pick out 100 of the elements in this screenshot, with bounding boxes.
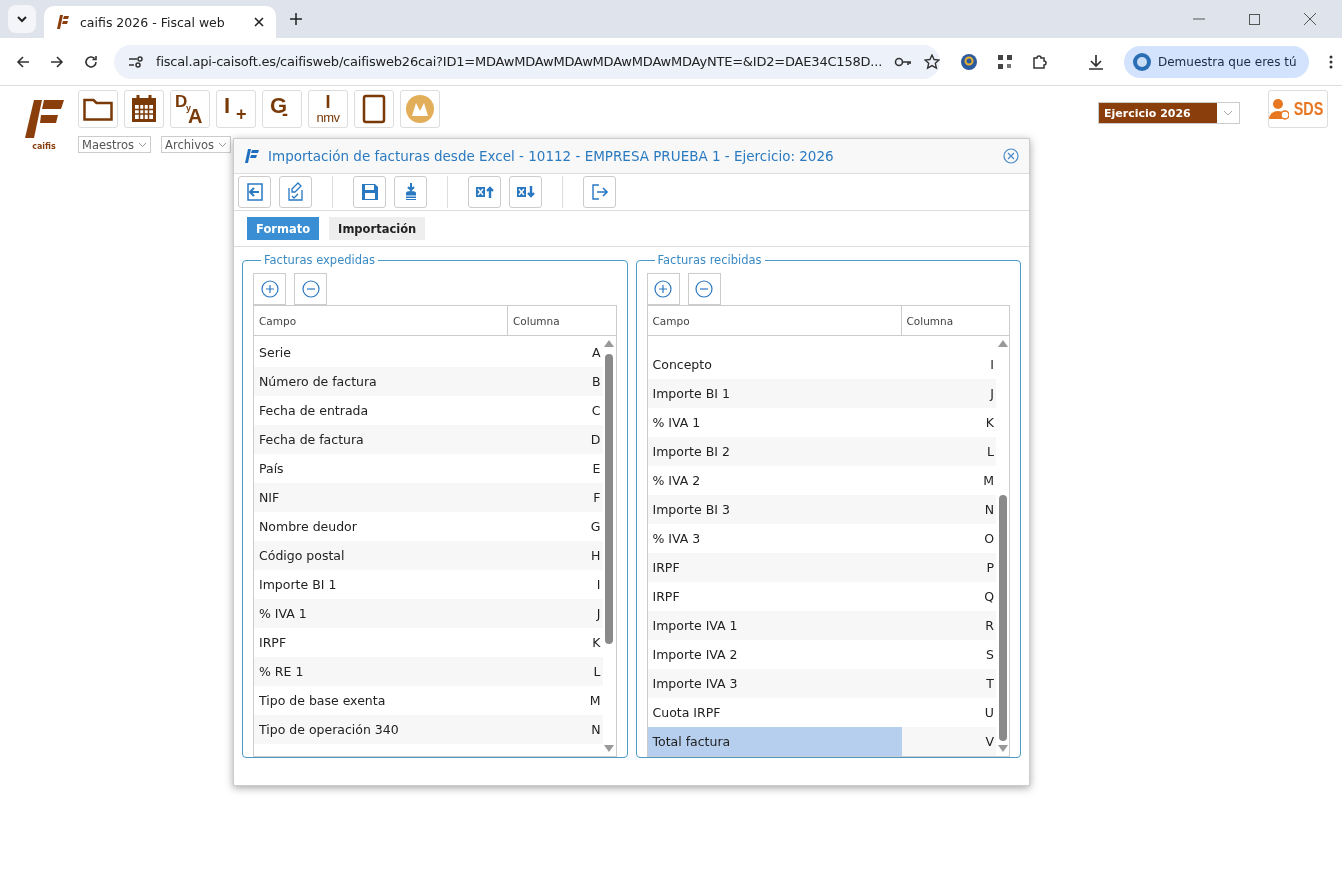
table-cell-text: IRPF [651, 588, 681, 606]
toolbar-button[interactable] [509, 176, 542, 208]
column-header: Campo [647, 306, 902, 335]
exit-icon [589, 182, 610, 202]
toolbar-button[interactable] [124, 90, 164, 128]
back-icon[interactable] [16, 54, 30, 69]
more-icon[interactable] [1328, 54, 1333, 69]
table-row[interactable]: Importe BI 1 J [647, 379, 996, 408]
download-icon[interactable] [1088, 53, 1104, 70]
table-cell-text: Importe BI 2 [651, 443, 731, 461]
tab[interactable]: Importación [329, 217, 426, 240]
user-icon [1269, 98, 1289, 120]
toolbar-button[interactable] [279, 176, 312, 208]
remove-button[interactable] [687, 273, 721, 305]
edit-icon [285, 182, 306, 202]
table-cell-text: Número de factura [258, 373, 378, 391]
table-row[interactable]: Total factura V [647, 727, 996, 756]
table-cell-text: K [984, 414, 995, 432]
table-cell-text: V [984, 733, 995, 751]
caret-icon [1223, 110, 1233, 116]
table-cell-text: NIF [258, 489, 281, 507]
forward-icon[interactable] [50, 54, 64, 69]
scroll-down-icon[interactable] [604, 745, 614, 752]
add-button[interactable] [253, 273, 286, 305]
menu-dropdown[interactable]: Archivos [161, 136, 232, 153]
table-cell-text: N [983, 501, 995, 519]
exercise-select[interactable]: Ejercicio 2026 [1098, 102, 1240, 124]
minus-icon [301, 280, 320, 298]
table-cell-text: % IVA 1 [258, 605, 308, 623]
column-header: Columna [905, 313, 955, 329]
table-row[interactable]: Código postal H [254, 541, 603, 570]
logo-text: caifis [32, 142, 56, 151]
table-row[interactable]: Fecha de factura D [254, 425, 603, 454]
table-cell-text: Q [983, 588, 995, 606]
toolbar-button[interactable] [353, 176, 386, 208]
table-row[interactable]: Importe IVA 3 T [647, 669, 996, 698]
table-cell-text: Concepto [651, 356, 713, 374]
toolbar-button[interactable]: I + [216, 90, 256, 128]
toolbar-button[interactable] [394, 176, 427, 208]
table-cell-text: Cuota IRPF [651, 704, 722, 722]
tab-title: caifis 2026 - Fiscal web [80, 14, 226, 30]
profile-button[interactable]: Demuestra que eres tú [1124, 45, 1309, 78]
plus-icon [260, 280, 279, 298]
table-cell-text: K [591, 634, 602, 652]
table-cell-text: J [595, 605, 602, 623]
extension-icon[interactable] [960, 52, 978, 71]
table-row[interactable]: IRPF P [647, 553, 996, 582]
new-tab-icon[interactable] [290, 13, 302, 25]
scroll-up-icon[interactable] [604, 340, 614, 347]
address-bar[interactable]: fiscal.api-caisoft.es/caifisweb/caifisweb26cai?ID1=MDAwMDAwMDAwMDAwMDAwMDAyNTE=&ID2=DAE34C158D... [114, 44, 940, 79]
table-cell-text: Fecha de entrada [258, 402, 370, 420]
table-row[interactable]: % IVA 1 J [254, 599, 603, 628]
toolbar-button[interactable] [238, 176, 271, 208]
browser-tab[interactable]: caifis 2026 - Fiscal web [44, 6, 276, 38]
remove-button[interactable] [294, 273, 327, 305]
table-cell-text: Importe IVA 2 [651, 646, 739, 664]
table-cell-text: G [589, 518, 602, 536]
logo-icon [244, 148, 260, 164]
table-row[interactable]: Tipo de operación 340 N [254, 715, 603, 744]
star-icon[interactable] [924, 53, 941, 70]
table-row[interactable]: Importe BI 3 N [647, 495, 996, 524]
table-cell-text: N [590, 721, 602, 739]
table-cell-text: Importe BI 3 [651, 501, 731, 519]
maximize-icon[interactable] [1249, 13, 1260, 25]
toolbar-button[interactable]: G- [262, 90, 302, 128]
toolbar-button[interactable] [468, 176, 501, 208]
tab-list-button[interactable] [8, 5, 36, 33]
key-icon[interactable] [894, 56, 913, 67]
table-cell-text: M [588, 692, 602, 710]
menu-dropdown[interactable]: Maestros [78, 136, 152, 153]
table-row[interactable]: Importe IVA 1 R [647, 611, 996, 640]
table-row[interactable]: Importe BI 2 L [647, 437, 996, 466]
scroll-up-icon[interactable] [997, 340, 1008, 347]
calendar-icon [130, 94, 158, 124]
table-row[interactable]: Número de factura B [254, 367, 603, 396]
table-cell-text: H [590, 547, 602, 565]
add-button[interactable] [646, 273, 680, 305]
toolbar-button[interactable]: I nmv [308, 90, 348, 128]
puzzle-icon[interactable] [1032, 53, 1048, 70]
table-row[interactable]: NIF F [254, 483, 603, 512]
table-row[interactable]: % RE 1 L [254, 657, 603, 686]
qr-code-icon[interactable] [998, 54, 1012, 69]
table-cell-text: M [982, 472, 995, 490]
dialog-title: Importación de facturas desde Excel - 10112 - EMPRESA PRUEBA 1 - Ejercicio: 2026 [268, 148, 835, 164]
column-header: Campo [254, 306, 508, 335]
scroll-down-icon[interactable] [997, 745, 1008, 752]
caret-icon [218, 141, 228, 148]
page-icon [362, 94, 386, 124]
site-settings-icon[interactable] [128, 54, 144, 69]
table-cell-text: A [590, 344, 602, 362]
toolbar-button[interactable] [354, 90, 394, 128]
toolbar-button[interactable] [78, 90, 118, 128]
caret-icon [138, 141, 148, 148]
table-cell-text: B [590, 373, 602, 391]
back-icon [244, 182, 265, 202]
table-cell-text: T [985, 675, 995, 693]
table-cell-text: E [591, 460, 602, 478]
logo-icon [56, 14, 70, 30]
reload-icon[interactable] [84, 54, 98, 69]
close-icon[interactable] [254, 17, 264, 27]
